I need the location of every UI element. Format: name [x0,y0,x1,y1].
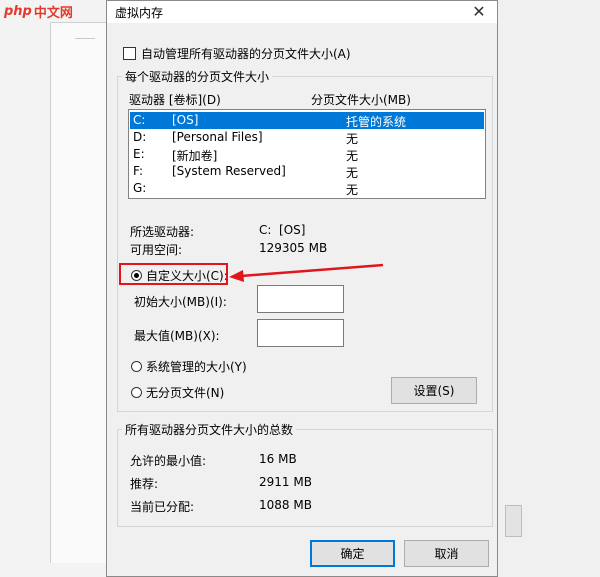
auto-manage-row[interactable]: 自动管理所有驱动器的分页文件大小(A) [123,45,351,62]
selected-drive-value: C: [OS] [259,223,306,237]
drive-paging-size: 无 [346,149,359,163]
drive-letter: D: [133,130,147,144]
system-managed-radio[interactable] [131,361,142,372]
totals-group-title: 所有驱动器分页文件大小的总数 [122,421,297,438]
drive-letter: F: [133,164,144,178]
ok-button[interactable]: 确定 [310,540,395,567]
drive-paging-size: 无 [346,166,359,180]
watermark-cn: 中文网 [33,5,73,21]
watermark-php: php [4,3,32,19]
current-allocated-value: 1088 MB [259,498,312,512]
drive-letter: C: [133,113,146,127]
drive-list[interactable]: C: [OS] 托管的系统 D: [Personal Files] 无 E: [… [128,109,486,199]
no-paging-radio[interactable] [131,387,142,398]
recommended-value: 2911 MB [259,475,312,489]
max-size-label: 最大值(MB)(X): [134,329,220,343]
drive-paging-size: 托管的系统 [346,115,407,129]
drive-row-d[interactable]: D: [Personal Files] 无 [130,129,484,146]
column-header-size: 分页文件大小(MB) [311,93,411,107]
initial-size-input[interactable] [257,285,344,313]
background-divider [75,38,95,39]
column-header-drive: 驱动器 [卷标](D) [129,93,221,107]
cancel-button[interactable]: 取消 [404,540,489,567]
drive-letter: G: [133,181,147,195]
selected-drive-label: 所选驱动器: [130,225,195,239]
set-button[interactable]: 设置(S) [391,377,477,404]
close-icon[interactable]: ✕ [467,1,491,21]
drive-row-f[interactable]: F: [System Reserved] 无 [130,163,484,180]
drive-label: [新加卷] [172,149,218,163]
no-paging-option[interactable]: 无分页文件(N) [131,384,224,401]
drive-row-c[interactable]: C: [OS] 托管的系统 [130,112,484,129]
drive-row-g[interactable]: G: 无 [130,180,484,197]
watermark-logo: php 中文网 [4,2,73,21]
drive-letter: E: [133,147,145,161]
min-allowed-value: 16 MB [259,452,297,466]
max-size-input[interactable] [257,319,344,347]
background-scroll-stub [505,505,522,537]
free-space-label: 可用空间: [130,243,183,257]
drive-paging-size: 无 [346,183,359,197]
drive-label: [Personal Files] [172,130,263,144]
drive-row-e[interactable]: E: [新加卷] 无 [130,146,484,163]
recommended-label: 推荐: [130,477,159,491]
min-allowed-label: 允许的最小值: [130,454,207,468]
drive-label: [OS] [172,113,199,127]
drive-paging-size: 无 [346,132,359,146]
auto-manage-label[interactable]: 自动管理所有驱动器的分页文件大小(A) [141,45,351,62]
annotation-arrow-icon [229,263,384,282]
initial-size-label: 初始大小(MB)(I): [134,295,227,309]
background-inner-panel [50,22,107,563]
free-space-value: 129305 MB [259,241,328,255]
current-allocated-label: 当前已分配: [130,500,195,514]
drive-label: [System Reserved] [172,164,286,178]
annotation-highlight-box [119,263,228,285]
per-drive-group-title: 每个驱动器的分页文件大小 [122,68,273,85]
system-managed-option[interactable]: 系统管理的大小(Y) [131,358,247,375]
system-managed-label[interactable]: 系统管理的大小(Y) [146,358,247,375]
auto-manage-checkbox[interactable] [123,47,136,60]
background-right-panel [500,0,600,577]
no-paging-label[interactable]: 无分页文件(N) [146,384,224,401]
dialog-title: 虚拟内存 [115,6,164,20]
title-bar[interactable]: 虚拟内存 ✕ [107,1,497,23]
virtual-memory-dialog: 虚拟内存 ✕ 自动管理所有驱动器的分页文件大小(A) 每个驱动器的分页文件大小 … [106,0,498,577]
